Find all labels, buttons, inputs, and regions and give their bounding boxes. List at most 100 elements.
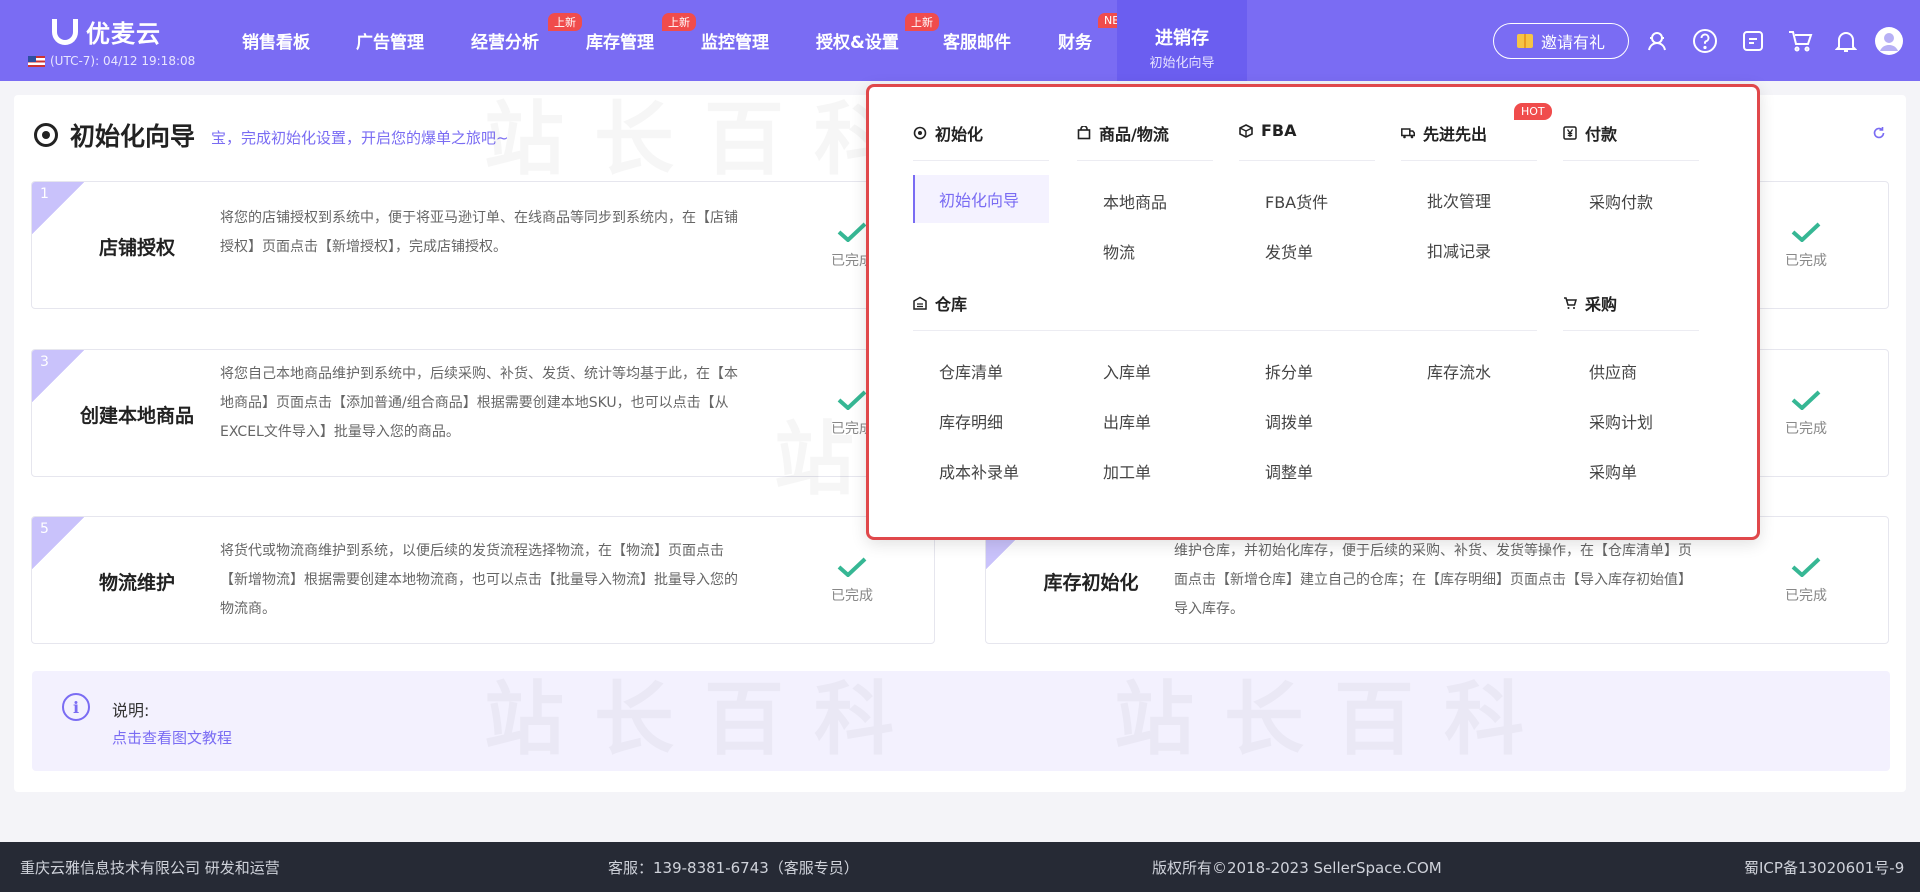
nav-monitor[interactable]: 监控管理 (701, 28, 769, 53)
menu-item-inventory-detail[interactable]: 库存明细 (939, 409, 1003, 433)
target-icon (34, 123, 58, 147)
menu-item-inbound[interactable]: 入库单 (1103, 359, 1151, 383)
warehouse-icon (913, 296, 927, 310)
nav-finance[interactable]: 财务 (1058, 28, 1092, 53)
truck-icon (1401, 128, 1415, 139)
footer-icp[interactable]: 蜀ICP备13020601号-9 (1744, 857, 1904, 878)
invite-label: 邀请有礼 (1540, 33, 1605, 52)
nav-ads[interactable]: 广告管理 (356, 28, 424, 53)
divider (1077, 160, 1213, 161)
group-fifo-header: 先进先出 (1401, 121, 1487, 145)
help-icon[interactable] (1691, 27, 1719, 55)
page-header: 初始化向导 宝，完成初始化设置，开启您的爆单之旅吧~ (34, 117, 509, 153)
refresh-icon[interactable] (1872, 126, 1886, 144)
step-title: 物流维护 (98, 571, 175, 594)
divider (913, 330, 1537, 331)
nav-auth-settings[interactable]: 授权&设置 (816, 28, 899, 53)
step-desc: 将您的店铺授权到系统中，便于将亚马逊订单、在线商品等同步到系统内，在【店铺授权】… (220, 210, 738, 255)
group-init-header: 初始化 (913, 121, 983, 145)
nav-erp-sub: 初始化向导 (1149, 56, 1215, 71)
menu-item-batch[interactable]: 批次管理 (1427, 188, 1491, 212)
group-fba-header: FBA (1239, 121, 1297, 140)
menu-item-outbound[interactable]: 出库单 (1103, 409, 1151, 433)
invite-button[interactable]: 邀请有礼 (1493, 23, 1629, 59)
footer-service: 客服：139-8381-6743（客服专员） (608, 859, 859, 877)
group-pay-header: 付款 (1563, 121, 1617, 145)
bag-icon (1077, 126, 1091, 140)
timezone-clock: (UTC-7): 04/12 19:18:08 (28, 54, 195, 68)
step-status: 已完成 (1766, 517, 1846, 643)
menu-item-fba-shipment[interactable]: FBA货件 (1265, 189, 1328, 213)
yen-icon (1563, 126, 1577, 140)
menu-item-init-wizard[interactable]: 初始化向导 (913, 175, 1049, 223)
menu-item-purchase-plan[interactable]: 采购计划 (1589, 409, 1653, 433)
menu-item-delivery-note[interactable]: 发货单 (1265, 239, 1313, 263)
user-service-icon[interactable] (1643, 27, 1671, 55)
step-card-local-goods[interactable]: 3 创建本地商品 将您自己本地商品维护到系统中，后续采购、补货、发货、统计等均基… (31, 349, 935, 477)
divider (1239, 160, 1375, 161)
step-desc: 将您自己本地商品维护到系统中，后续采购、补货、发货、统计等均基于此，在【本地商品… (220, 366, 738, 440)
menu-item-supplier[interactable]: 供应商 (1589, 359, 1637, 383)
brand-name: 优麦云 (86, 20, 161, 48)
page-subtitle: 宝，完成初始化设置，开启您的爆单之旅吧~ (211, 128, 509, 147)
step-status: 已完成 (1766, 182, 1846, 308)
bell-icon[interactable] (1832, 27, 1860, 55)
menu-item-split[interactable]: 拆分单 (1265, 359, 1313, 383)
check-icon (837, 222, 867, 242)
tutorial-link[interactable]: 点击查看图文教程 (112, 727, 232, 748)
group-goods-header: 商品/物流 (1077, 121, 1169, 145)
menu-item-cost-supplement[interactable]: 成本补录单 (939, 459, 1019, 483)
nav-badge-new: 上新 (905, 13, 939, 31)
menu-item-local-goods[interactable]: 本地商品 (1103, 189, 1167, 213)
menu-item-adjustment[interactable]: 调整单 (1265, 459, 1313, 483)
menu-item-inventory-flow[interactable]: 库存流水 (1427, 359, 1491, 383)
nav-badge-new: 上新 (662, 13, 696, 31)
step-card-logistics[interactable]: 5 物流维护 将货代或物流商维护到系统，以便后续的发货流程选择物流，在【物流】页… (31, 516, 935, 644)
check-icon (1791, 390, 1821, 410)
group-warehouse-header: 仓库 (913, 291, 967, 315)
erp-dropdown-menu: HOT 初始化 商品/物流 FBA 先进先出 付款 初始化向导 本地商品 物流 … (866, 84, 1760, 540)
box-icon (1239, 123, 1253, 138)
notice-title: 说明: (112, 701, 150, 720)
nav-service-mail[interactable]: 客服邮件 (943, 28, 1011, 53)
hot-badge: HOT (1514, 103, 1552, 120)
cart-icon[interactable] (1786, 27, 1814, 55)
brand-logo[interactable]: 优麦云 (52, 14, 161, 49)
menu-item-purchase-order[interactable]: 采购单 (1589, 459, 1637, 483)
step-desc: 维护仓库，并初始化库存，便于后续的采购、补货、发货等操作，在【仓库清单】页面点击… (1174, 543, 1692, 617)
step-card-shop-auth[interactable]: 1 店铺授权 将您的店铺授权到系统中，便于将亚马逊订单、在线商品等同步到系统内，… (31, 181, 935, 309)
message-icon[interactable] (1739, 27, 1767, 55)
step-status: 已完成 (1766, 350, 1846, 476)
cart-small-icon (1564, 297, 1577, 309)
divider (1563, 330, 1699, 331)
menu-item-purchase-payment[interactable]: 采购付款 (1589, 189, 1653, 213)
nav-analysis[interactable]: 经营分析 (471, 28, 539, 53)
menu-item-processing[interactable]: 加工单 (1103, 459, 1151, 483)
check-icon (837, 390, 867, 410)
check-icon (1791, 222, 1821, 242)
step-desc: 将货代或物流商维护到系统，以便后续的发货流程选择物流，在【物流】页面点击【新增物… (220, 543, 738, 617)
footer-copyright: 版权所有©2018-2023 SellerSpace.COM (1152, 859, 1442, 877)
step-title: 创建本地商品 (79, 404, 194, 427)
page-title: 初始化向导 (70, 122, 196, 151)
nav-erp-active[interactable]: 进销存 初始化向导 (1117, 0, 1247, 81)
menu-item-logistics[interactable]: 物流 (1103, 239, 1135, 263)
avatar-icon[interactable] (1873, 25, 1905, 57)
us-flag-icon (28, 55, 45, 67)
logo-icon (52, 18, 78, 45)
nav-sales-dashboard[interactable]: 销售看板 (242, 28, 310, 53)
nav-inventory[interactable]: 库存管理 (586, 28, 654, 53)
gift-icon (1516, 34, 1533, 48)
menu-item-warehouse-list[interactable]: 仓库清单 (939, 359, 1003, 383)
check-icon (837, 557, 867, 577)
step-title: 店铺授权 (98, 236, 175, 259)
notice-box: i 说明: 点击查看图文教程 (32, 671, 1890, 771)
nav-erp-label: 进销存 (1155, 28, 1209, 49)
footer: 重庆云雅信息技术有限公司 研发和运营 客服：139-8381-6743（客服专员… (0, 842, 1920, 892)
nav-badge-new: 上新 (548, 13, 582, 31)
menu-item-transfer[interactable]: 调拨单 (1265, 409, 1313, 433)
divider (1563, 160, 1699, 161)
menu-item-deduction[interactable]: 扣减记录 (1427, 238, 1491, 262)
init-icon (913, 126, 927, 140)
watermark: 站长百科 (484, 75, 924, 191)
